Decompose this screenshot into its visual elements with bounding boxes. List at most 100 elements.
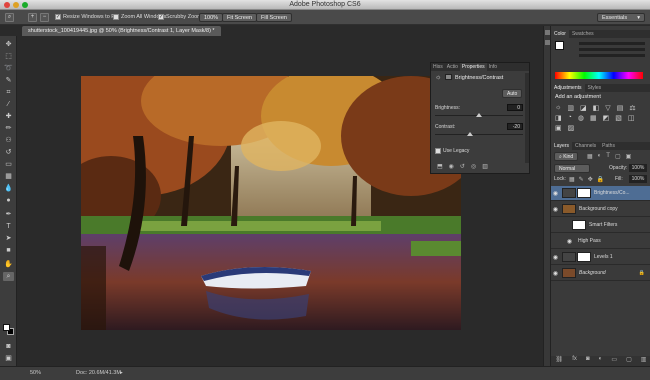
tab-layers[interactable]: Layers: [551, 142, 573, 150]
bw-adjustment-icon[interactable]: ◨: [555, 114, 562, 122]
zoom-100-button[interactable]: 100%: [199, 13, 224, 22]
tab-color[interactable]: Color: [551, 30, 569, 38]
tab-history[interactable]: Hiss: [431, 63, 445, 71]
document-image[interactable]: [81, 76, 461, 330]
use-legacy-option[interactable]: Use Legacy: [435, 146, 469, 156]
layer-mask-thumbnail[interactable]: [577, 188, 591, 198]
blend-mode-select[interactable]: Normal: [554, 164, 590, 173]
tab-styles[interactable]: Styles: [585, 84, 605, 92]
lock-pixels-icon[interactable]: ✎: [579, 176, 584, 183]
eye-icon[interactable]: ◉: [565, 238, 574, 245]
layer-filter-kind[interactable]: ⌕ Kind: [554, 152, 579, 161]
screen-mode-icon[interactable]: ▣: [3, 354, 14, 363]
hand-tool-icon[interactable]: ✋: [3, 260, 14, 269]
layer-row[interactable]: ◉ High Pass: [551, 234, 650, 249]
contrast-slider-handle[interactable]: [467, 132, 473, 136]
fit-screen-button[interactable]: Fit Screen: [222, 13, 258, 22]
gradient-tool-icon[interactable]: ▦: [3, 172, 14, 181]
curves-adjustment-icon[interactable]: ◪: [580, 104, 587, 112]
color-spectrum-ramp[interactable]: [555, 72, 643, 79]
document-tab[interactable]: shutterstock_100419445.jpg @ 50% (Bright…: [22, 26, 221, 36]
fx-icon[interactable]: fx: [572, 356, 577, 366]
selective-color-adjustment-icon[interactable]: ▣: [555, 124, 562, 132]
eye-icon[interactable]: ◉: [551, 206, 560, 213]
color-balance-adjustment-icon[interactable]: ⚖: [629, 104, 635, 112]
eye-icon[interactable]: ◉: [551, 254, 560, 261]
tab-adjustments[interactable]: Adjustments: [551, 84, 585, 92]
clip-icon[interactable]: ⬒: [437, 163, 443, 170]
eraser-tool-icon[interactable]: ▭: [3, 160, 14, 169]
layer-row[interactable]: ◉ Brightness/Co...: [551, 186, 650, 201]
workspace-select[interactable]: Essentials ▾: [597, 13, 645, 22]
new-layer-icon[interactable]: ▢: [626, 356, 632, 366]
brightness-slider-handle[interactable]: [476, 113, 482, 117]
visibility-icon[interactable]: ◎: [471, 163, 476, 170]
threshold-adjustment-icon[interactable]: ◫: [628, 114, 635, 122]
eye-icon[interactable]: ◉: [551, 190, 560, 197]
quick-mask-icon[interactable]: ◙: [3, 342, 14, 351]
tab-channels[interactable]: Channels: [572, 142, 599, 150]
zoom-out-icon[interactable]: −: [40, 13, 49, 22]
color-lookup-adjustment-icon[interactable]: ▦: [590, 114, 597, 122]
pixel-filter-icon[interactable]: ▦: [587, 153, 593, 160]
tab-swatches[interactable]: Swatches: [569, 30, 597, 38]
history-brush-icon[interactable]: ↺: [3, 148, 14, 157]
scrubby-zoom-checkbox[interactable]: ✓: [158, 14, 164, 20]
type-filter-icon[interactable]: T: [606, 153, 610, 160]
properties-scrollbar[interactable]: [525, 73, 529, 163]
zoom-tool-icon[interactable]: ⌕: [5, 13, 14, 22]
lock-all-icon[interactable]: 🔒: [597, 176, 604, 183]
crop-tool-icon[interactable]: ⌗: [3, 88, 14, 97]
color-fg-swatch[interactable]: [555, 41, 564, 50]
tab-info[interactable]: Info: [487, 63, 499, 71]
gradient-map-adjustment-icon[interactable]: ▨: [568, 124, 575, 132]
view-previous-icon[interactable]: ◉: [449, 163, 454, 170]
blur-tool-icon[interactable]: 💧: [3, 184, 14, 193]
pen-tool-icon[interactable]: ✒: [3, 210, 14, 219]
color-slider-b[interactable]: [579, 54, 645, 57]
folder-icon[interactable]: ▭: [611, 356, 617, 366]
tab-paths[interactable]: Paths: [599, 142, 618, 150]
photo-filter-adjustment-icon[interactable]: ◔: [568, 114, 572, 122]
path-select-tool-icon[interactable]: ➤: [3, 234, 14, 243]
fill-input[interactable]: 100%: [629, 175, 647, 183]
brightness-adjustment-icon[interactable]: ☼: [555, 104, 561, 112]
layer-row[interactable]: ◉ Background copy: [551, 202, 650, 217]
add-mask-icon[interactable]: ◙: [586, 356, 590, 366]
trash-icon[interactable]: ▥: [482, 163, 488, 170]
adjustment-filter-icon[interactable]: ◐: [598, 153, 602, 160]
shape-filter-icon[interactable]: ▢: [615, 153, 621, 160]
lock-position-icon[interactable]: ✥: [588, 176, 593, 183]
color-slider-g[interactable]: [579, 48, 645, 51]
quick-select-tool-icon[interactable]: ✎: [3, 76, 14, 85]
contrast-input[interactable]: -20: [507, 123, 523, 130]
marquee-tool-icon[interactable]: ⬚: [3, 52, 14, 61]
smart-filter-mask[interactable]: [572, 220, 586, 230]
invert-adjustment-icon[interactable]: ◩: [603, 114, 610, 122]
color-slider-r[interactable]: [579, 42, 645, 45]
smart-object-filter-icon[interactable]: ▣: [626, 153, 632, 160]
layer-mask-thumbnail[interactable]: [577, 252, 591, 262]
vibrance-adjustment-icon[interactable]: ▽: [605, 104, 610, 112]
layer-row[interactable]: ◉ Background 🔒: [551, 266, 650, 281]
stamp-tool-icon[interactable]: ⚇: [3, 136, 14, 145]
hue-adjustment-icon[interactable]: ▤: [617, 104, 624, 112]
exposure-adjustment-icon[interactable]: ◧: [593, 104, 600, 112]
fill-screen-button[interactable]: Fill Screen: [256, 13, 292, 22]
tab-properties[interactable]: Properties: [459, 63, 487, 71]
resize-windows-option[interactable]: ✓ Resize Windows to Fit: [55, 12, 117, 22]
reset-icon[interactable]: ↺: [460, 163, 465, 170]
eyedropper-tool-icon[interactable]: ⁄: [3, 100, 14, 109]
layer-row[interactable]: ◉ Levels 1: [551, 250, 650, 265]
zoom-level-readout[interactable]: 50%: [30, 370, 41, 376]
status-arrow-icon[interactable]: ▸: [120, 370, 123, 376]
channel-mixer-adjustment-icon[interactable]: ◍: [578, 114, 584, 122]
brush-tool-icon[interactable]: ✏: [3, 124, 14, 133]
layer-row[interactable]: Smart Filters: [551, 218, 650, 233]
type-tool-icon[interactable]: T: [3, 222, 14, 231]
healing-tool-icon[interactable]: ✚: [3, 112, 14, 121]
tab-actions[interactable]: Actio: [445, 63, 460, 71]
link-icon[interactable]: ⛓: [556, 356, 564, 366]
zoom-all-checkbox[interactable]: [113, 14, 119, 20]
mask-icon[interactable]: [445, 74, 452, 80]
